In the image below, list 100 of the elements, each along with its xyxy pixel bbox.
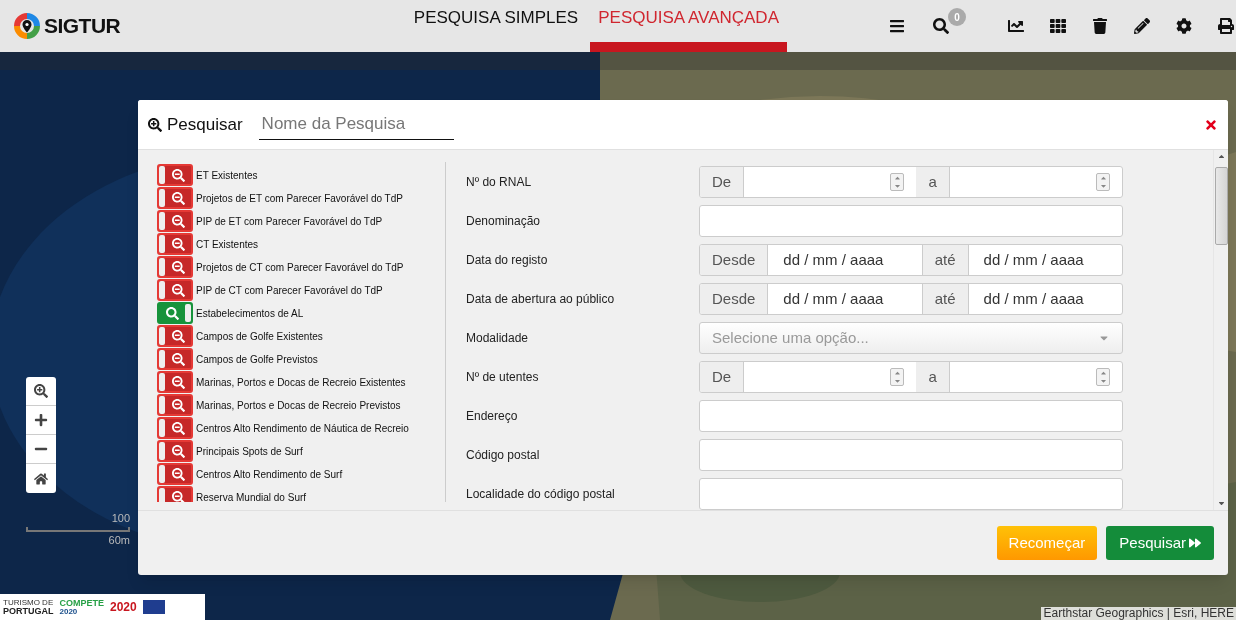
zoom-out-icon [171, 329, 185, 343]
sponsor-logo: COMPETE 2020 [59, 598, 104, 616]
scroll-thumb[interactable] [1214, 167, 1228, 245]
zoom-out-icon [171, 490, 185, 502]
layer-label: Reserva Mundial do Surf [196, 490, 307, 502]
input-addon: até [922, 245, 968, 275]
zoom-out-icon [171, 375, 185, 389]
zoom-out-icon [171, 214, 185, 228]
layer-label: Centros Alto Rendimento de Náutica de Recreio [196, 421, 409, 436]
spinner-icon [1096, 368, 1110, 386]
spinner-icon [1096, 173, 1110, 191]
layer-toggle[interactable] [157, 164, 193, 186]
zoom-out-icon [171, 168, 185, 182]
field-label: Código postal [466, 447, 541, 464]
pencil-button[interactable] [1132, 16, 1152, 36]
layer-toggle[interactable] [157, 417, 193, 439]
date-placeholder: dd / mm / aaaa [767, 284, 923, 314]
spinner-icon [890, 368, 905, 386]
layer-toggle[interactable] [157, 440, 193, 462]
zoom-out-icon [171, 283, 185, 297]
layer-toggle[interactable] [157, 210, 193, 232]
layer-label: Projetos de ET com Parecer Favorável do TdP [196, 191, 403, 206]
layer-label: CT Existentes [196, 237, 259, 252]
layer-toggle[interactable] [157, 325, 193, 347]
date-placeholder: dd / mm / aaaa [967, 245, 1122, 275]
date-placeholder: dd / mm / aaaa [767, 245, 923, 275]
brand-name: SIGTUR [44, 13, 121, 40]
search-name-field[interactable]: Nome da Pesquisa [258, 109, 454, 140]
range-field[interactable]: De a [699, 166, 1123, 198]
close-icon [1204, 117, 1218, 132]
text-field[interactable] [699, 478, 1123, 510]
field-label: Data do registo [466, 252, 549, 269]
search-plus-icon [148, 117, 162, 132]
text-field[interactable] [699, 400, 1123, 432]
layer-toggle[interactable] [157, 187, 193, 209]
layer-toggle[interactable] [157, 302, 193, 324]
layer-toggle[interactable] [157, 348, 193, 370]
range-field[interactable]: De a [699, 361, 1123, 393]
date-range-field[interactable]: Desde dd / mm / aaaa até dd / mm / aaaa [699, 283, 1123, 315]
layer-label: Marinas, Portos e Docas de Recreio Existentes [196, 375, 406, 390]
layer-toggle[interactable] [157, 486, 193, 502]
layer-toggle[interactable] [157, 463, 193, 485]
layer-label: Campos de Golfe Previstos [196, 352, 318, 367]
grid-button[interactable] [1048, 16, 1068, 36]
input-addon: De [700, 362, 744, 392]
search-button[interactable]: Pesquisar [1106, 526, 1214, 560]
forward-icon [1189, 537, 1201, 549]
scale-label: 60m [108, 532, 130, 548]
nav-tab[interactable]: PESQUISA SIMPLES [405, 0, 587, 52]
text-field[interactable] [699, 439, 1123, 471]
input-addon: a [916, 362, 949, 392]
layer-toggle[interactable] [157, 394, 193, 416]
menu-icon [889, 18, 905, 34]
layer-toggle[interactable] [157, 256, 193, 278]
close-button[interactable] [1204, 117, 1218, 132]
search-icon [165, 306, 179, 320]
zoom-out-icon [171, 352, 185, 366]
layer-label: Projetos de CT com Parecer Favorável do TdP [196, 260, 404, 275]
layer-toggle[interactable] [157, 371, 193, 393]
input-addon: até [922, 284, 968, 314]
text-field[interactable] [699, 205, 1123, 237]
count-badge: 0 [948, 8, 966, 26]
input-addon: De [700, 167, 744, 197]
grid-icon [1050, 18, 1066, 34]
date-placeholder: dd / mm / aaaa [967, 284, 1122, 314]
layer-toggle[interactable] [157, 233, 193, 255]
field-label: Nº de utentes [466, 369, 540, 386]
input-addon: a [916, 167, 949, 197]
layer-label: Marinas, Portos e Docas de Recreio Previstos [196, 398, 401, 413]
sponsor-logo: 2020 [110, 601, 137, 613]
field-label: Nº do RNAL [466, 174, 533, 191]
input-addon: Desde [700, 284, 768, 314]
logo-icon [12, 11, 42, 41]
layer-label: Centros Alto Rendimento de Surf [196, 467, 343, 482]
trash-button[interactable] [1090, 16, 1110, 36]
map-attribution: Earthstar Geographics | Esri, HERE [1041, 607, 1236, 620]
settings-button[interactable] [1174, 16, 1194, 36]
search-button[interactable] [931, 16, 951, 36]
flag-icon [142, 600, 165, 614]
layer-toggle[interactable] [157, 279, 193, 301]
print-button[interactable] [1216, 16, 1236, 36]
zoom-out-icon [171, 444, 185, 458]
field-label: Modalidade [466, 330, 530, 347]
date-range-field[interactable]: Desde dd / mm / aaaa até dd / mm / aaaa [699, 244, 1123, 276]
field-label: Localidade do código postal [466, 486, 616, 503]
trash-icon [1092, 18, 1108, 34]
layer-label: Principais Spots de Surf [196, 444, 303, 459]
layer-label: ET Existentes [196, 168, 258, 183]
zoom-out-icon [171, 191, 185, 205]
home-icon [34, 471, 48, 486]
zoom-out-icon [171, 237, 185, 251]
line-chart-icon [1008, 18, 1024, 34]
zoom-out-icon [171, 260, 185, 274]
sponsor-logo: TURISMO DE PORTUGAL [3, 598, 54, 616]
spinner-icon [890, 173, 905, 191]
layer-label: Campos de Golfe Existentes [196, 329, 323, 344]
pencil-icon [1134, 18, 1150, 34]
field-label: Endereço [466, 408, 519, 425]
zoom-out-icon [171, 421, 185, 435]
print-icon [1218, 18, 1234, 34]
